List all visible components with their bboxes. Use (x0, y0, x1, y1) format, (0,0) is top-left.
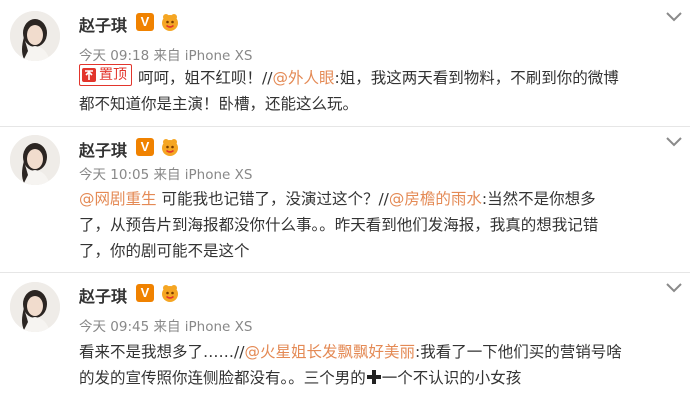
post-2: 赵子琪 V 今天 10:05 来自 iPhone XS @网剧重生 可能我也记错… (0, 127, 690, 273)
post-1: 赵子琪 V 今天 09:18 来自 iPhone XS 置顶 呵呵，姐不红呗！/… (0, 0, 690, 127)
content-text: 看来不是我想多了…… (79, 343, 235, 361)
mention-link[interactable]: @火星姐长发飘飘好美丽 (244, 343, 415, 361)
username[interactable]: 赵子琪 (79, 137, 127, 161)
username[interactable]: 赵子琪 (79, 12, 127, 36)
mention-link[interactable]: @房檐的雨水 (389, 190, 482, 208)
post-content: 看来不是我想多了……//@火星姐长发飘飘好美丽:我看了一下他们买的营销号啥 的发… (79, 339, 679, 391)
content-text: :姐，我这两天看到物料，不刷到你的微博 (334, 69, 619, 87)
content-line-3: 了，你的剧可能不是这个 (79, 238, 679, 264)
chevron-down-icon[interactable] (664, 135, 684, 149)
cross-emoji-icon (366, 370, 381, 384)
avatar[interactable] (10, 135, 60, 185)
content-text: 一个不认识的小女孩 (381, 369, 522, 387)
content-text: 呵呵，姐不红呗！ (138, 69, 263, 87)
content-line-2: 都不知道你是主演！卧槽，还能这么玩。 (79, 91, 679, 117)
post-time: 今天 09:45 来自 iPhone XS (79, 319, 253, 335)
chevron-down-icon[interactable] (664, 10, 684, 24)
repost-separator: // (234, 343, 245, 361)
content-line-1: 置顶 呵呵，姐不红呗！//@外人眼:姐，我这两天看到物料，不刷到你的微博 (79, 64, 679, 91)
avatar[interactable] (10, 282, 60, 332)
verified-v-icon: V (136, 284, 154, 302)
content-text: 了，从预告片到海报都没你什么事。。昨天看到他们发海报，我真的想我记错 (79, 216, 599, 234)
post-time: 今天 09:18 来自 iPhone XS (79, 48, 253, 64)
verified-v-icon: V (136, 138, 154, 156)
post-time: 今天 10:05 来自 iPhone XS (79, 167, 253, 183)
fan-badge-icon (162, 285, 178, 302)
repost-separator: // (262, 69, 273, 87)
content-line-2: 了，从预告片到海报都没你什么事。。昨天看到他们发海报，我真的想我记错 (79, 212, 679, 238)
pinned-badge: 置顶 (79, 64, 132, 86)
fan-badge-icon (162, 14, 178, 31)
mention-link[interactable]: @网剧重生 (79, 190, 157, 208)
username[interactable]: 赵子琪 (79, 283, 127, 307)
content-text: 了，你的剧可能不是这个 (79, 242, 250, 260)
pin-icon (82, 68, 96, 82)
fan-badge-icon (162, 139, 178, 156)
post-3: 赵子琪 V 今天 09:45 来自 iPhone XS 看来不是我想多了……//… (0, 273, 690, 400)
content-text: 都不知道你是主演！卧槽，还能这么玩。 (79, 95, 359, 113)
repost-separator: // (378, 190, 389, 208)
content-text: 的发的宣传照你连侧脸都没有。。三个男的 (79, 369, 366, 387)
mention-link[interactable]: @外人眼 (272, 69, 334, 87)
content-text: :当然不是你想多 (481, 190, 596, 208)
content-text: :我看了一下他们买的营销号啥 (414, 343, 622, 361)
post-content: @网剧重生 可能我也记错了，没演过这个？//@房檐的雨水:当然不是你想多 了，从… (79, 186, 679, 264)
post-content: 置顶 呵呵，姐不红呗！//@外人眼:姐，我这两天看到物料，不刷到你的微博 都不知… (79, 64, 679, 117)
content-line-1: @网剧重生 可能我也记错了，没演过这个？//@房檐的雨水:当然不是你想多 (79, 186, 679, 212)
content-line-1: 看来不是我想多了……//@火星姐长发飘飘好美丽:我看了一下他们买的营销号啥 (79, 339, 679, 365)
verified-v-icon: V (136, 13, 154, 31)
content-line-2: 的发的宣传照你连侧脸都没有。。三个男的 一个不认识的小女孩 (79, 365, 679, 391)
pinned-label: 置顶 (99, 67, 127, 83)
avatar[interactable] (10, 11, 60, 61)
chevron-down-icon[interactable] (664, 281, 684, 295)
content-text: 可能我也记错了，没演过这个？ (156, 190, 379, 208)
